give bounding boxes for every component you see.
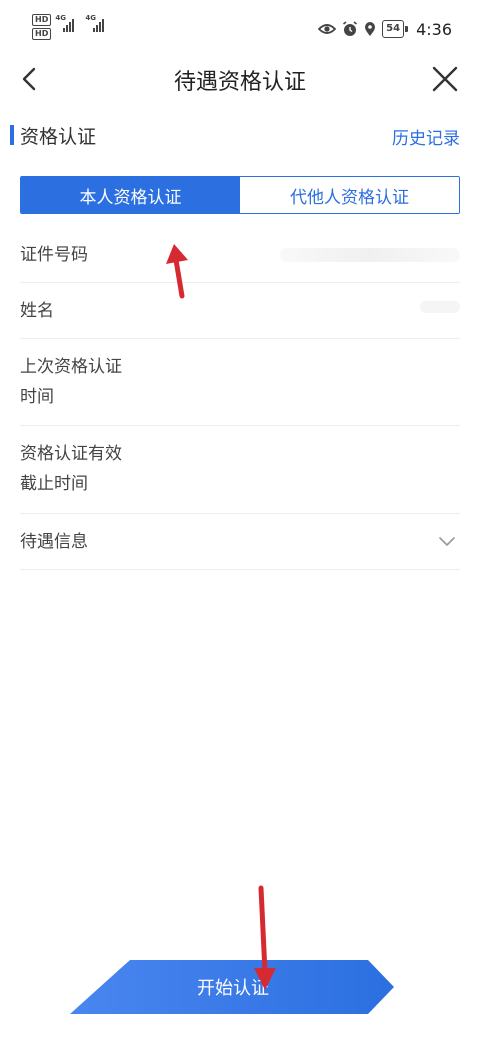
certification-deadline-row: 资格认证有效 截止时间 xyxy=(20,426,460,514)
network-status: HD HD 4G 4G xyxy=(32,14,111,40)
page-title: 待遇资格认证 xyxy=(173,70,306,95)
tab-proxy-certification[interactable]: 代他人资格认证 xyxy=(240,177,459,213)
alarm-icon xyxy=(343,21,358,36)
battery-indicator: 54 xyxy=(382,20,408,38)
name-value xyxy=(420,301,460,313)
clock: 4:36 xyxy=(416,19,452,39)
start-certification-button[interactable]: 开始认证 xyxy=(68,958,398,1016)
last-certification-time-label: 上次资格认证 xyxy=(20,357,122,377)
nav-bar: 待遇资格认证 xyxy=(0,58,480,102)
certification-tabs: 本人资格认证 代他人资格认证 xyxy=(20,176,460,214)
status-bar: HD HD 4G 4G 54 4:36 xyxy=(0,0,480,58)
location-icon xyxy=(365,22,376,36)
certification-deadline-label-line2: 截止时间 xyxy=(20,474,88,494)
last-certification-time-label-line2: 时间 xyxy=(20,387,54,407)
start-certification-label: 开始认证 xyxy=(197,978,269,999)
section-accent-bar xyxy=(10,125,14,145)
hd-badge: HD xyxy=(32,14,52,26)
id-number-value xyxy=(280,248,460,262)
id-number-row[interactable]: 证件号码 xyxy=(20,228,460,283)
hd-badge: HD xyxy=(32,28,52,40)
red-arrow-annotation xyxy=(166,244,188,299)
id-number-label: 证件号码 xyxy=(20,245,88,265)
tab-self-certification[interactable]: 本人资格认证 xyxy=(21,177,240,213)
benefit-info-label: 待遇信息 xyxy=(20,532,88,552)
section-header: 资格认证 历史记录 xyxy=(0,118,480,154)
red-arrow-annotation xyxy=(254,885,276,990)
certification-deadline-label: 资格认证有效 xyxy=(20,444,122,464)
section-title: 资格认证 xyxy=(20,126,97,148)
name-row[interactable]: 姓名 xyxy=(20,283,460,339)
history-link[interactable]: 历史记录 xyxy=(392,124,460,149)
chevron-down-icon[interactable] xyxy=(438,532,456,550)
benefit-info-row[interactable]: 待遇信息 xyxy=(20,514,460,570)
name-label: 姓名 xyxy=(20,301,54,321)
close-icon[interactable] xyxy=(428,62,462,96)
signal-icon: 4G xyxy=(85,14,111,34)
eye-icon xyxy=(318,24,337,34)
last-certification-time-row: 上次资格认证 时间 xyxy=(20,339,460,426)
signal-icon: 4G xyxy=(55,14,81,34)
